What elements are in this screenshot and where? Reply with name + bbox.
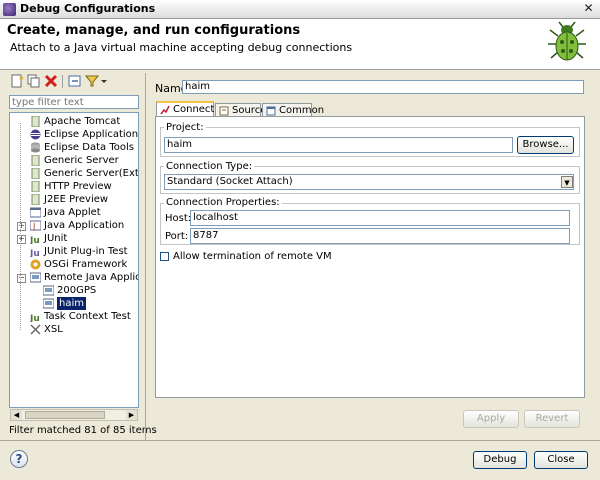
source-icon	[219, 106, 229, 116]
tomcat-icon	[31, 116, 40, 127]
eclipse-icon	[30, 129, 41, 140]
configuration-tree[interactable]: Apache Tomcat Eclipse Application Eclips…	[9, 112, 139, 408]
title-bar: Debug Configurations ✕	[0, 0, 600, 19]
debug-bug-icon	[548, 21, 586, 61]
tab-source[interactable]: Source	[215, 103, 266, 117]
filter-input[interactable]	[9, 95, 139, 109]
svg-text:J: J	[32, 222, 35, 231]
osgi-icon	[30, 259, 41, 270]
host-label: Host:	[165, 213, 192, 224]
scroll-left-arrow-icon[interactable]: ◀	[11, 410, 22, 420]
database-icon	[31, 142, 40, 153]
collapse-all-icon[interactable]	[68, 74, 82, 88]
dropdown-icon[interactable]	[100, 74, 108, 88]
toolbar-separator	[62, 75, 63, 88]
project-group-title: Project:	[164, 122, 206, 133]
connection-type-group-title: Connection Type:	[164, 161, 255, 172]
header-subtitle: Attach to a Java virtual machine accepti…	[10, 41, 353, 54]
filter-icon[interactable]	[85, 74, 99, 88]
project-field[interactable]: haim	[164, 137, 513, 153]
server-icon	[31, 155, 40, 166]
svg-text:Ju: Ju	[30, 314, 40, 322]
port-field[interactable]: 8787	[190, 228, 570, 244]
debug-config-icon	[43, 298, 54, 309]
xsl-icon	[30, 324, 41, 335]
applet-icon	[30, 207, 41, 218]
tab-connect[interactable]: Connect	[156, 101, 214, 117]
connect-icon	[160, 105, 170, 115]
browse-button[interactable]: Browse...	[517, 136, 574, 154]
header-title: Create, manage, and run configurations	[7, 23, 301, 38]
port-label: Port:	[165, 231, 189, 242]
debug-config-icon	[43, 285, 54, 296]
allow-termination-checkbox[interactable]	[160, 252, 169, 261]
scroll-right-arrow-icon[interactable]: ▶	[126, 410, 137, 420]
remote-java-icon	[30, 272, 41, 283]
tree-horizontal-scrollbar[interactable]: ◀ ▶	[10, 409, 138, 421]
bottom-separator	[0, 440, 600, 441]
close-button[interactable]: Close	[534, 451, 588, 469]
name-field[interactable]: haim	[182, 80, 584, 94]
revert-button[interactable]: Revert	[524, 410, 580, 428]
scroll-thumb[interactable]	[25, 411, 105, 419]
header-banner: Create, manage, and run configurations A…	[0, 19, 600, 70]
connection-type-select[interactable]: Standard (Socket Attach)	[164, 174, 574, 190]
java-app-icon: J	[30, 220, 41, 231]
connection-properties-group-title: Connection Properties:	[164, 197, 282, 208]
allow-termination-label: Allow termination of remote VM	[173, 251, 332, 262]
host-field[interactable]: localhost	[190, 210, 570, 226]
server-icon	[31, 168, 40, 179]
splitter[interactable]	[145, 73, 146, 441]
tree-guide-line	[20, 123, 22, 330]
server-icon	[31, 194, 40, 205]
debug-button[interactable]: Debug	[473, 451, 527, 469]
svg-text:Ju: Ju	[30, 249, 40, 257]
filter-status: Filter matched 81 of 85 items	[9, 425, 157, 436]
new-configuration-icon[interactable]: ✶	[10, 74, 24, 88]
duplicate-icon[interactable]	[27, 74, 41, 88]
window-title: Debug Configurations	[20, 2, 156, 15]
svg-text:Ju: Ju	[30, 236, 40, 244]
delete-icon[interactable]	[44, 74, 58, 88]
svg-text:✶: ✶	[18, 74, 24, 83]
common-icon	[266, 106, 276, 116]
eclipse-window-icon	[3, 3, 16, 16]
tab-common[interactable]: Common	[262, 103, 324, 117]
server-icon	[31, 181, 40, 192]
junit-plugin-icon: Ju	[30, 249, 40, 257]
junit-icon: Ju	[30, 236, 40, 244]
close-window-icon[interactable]: ✕	[580, 1, 597, 16]
help-icon[interactable]: ?	[10, 450, 28, 468]
apply-button[interactable]: Apply	[463, 410, 519, 428]
chevron-down-icon[interactable]: ▼	[561, 176, 573, 188]
task-icon: Ju	[30, 314, 40, 322]
left-toolbar: ✶	[6, 73, 142, 91]
